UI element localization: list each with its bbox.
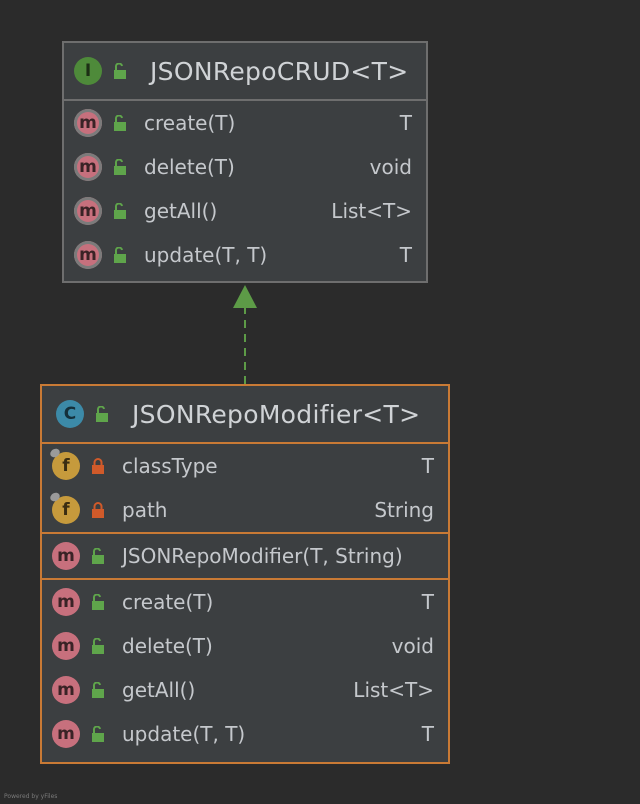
- abstract-method-icon: m: [74, 153, 102, 181]
- field-name: classType: [122, 454, 218, 478]
- final-pin-icon: [48, 491, 62, 503]
- class-icon: C: [56, 400, 84, 428]
- interface-header: I JSONRepoCRUD<T>: [64, 43, 426, 101]
- method-row[interactable]: m getAll() List<T>: [42, 668, 448, 712]
- public-lock-icon: [114, 159, 126, 175]
- final-pin-icon: [48, 447, 62, 459]
- method-row[interactable]: m getAll() List<T>: [64, 189, 426, 233]
- powered-by-footer: Powered by yFiles: [4, 793, 58, 800]
- method-name: getAll(): [144, 199, 218, 223]
- method-name: create(T): [122, 590, 214, 614]
- method-name: delete(T): [122, 634, 213, 658]
- method-icon: m: [52, 588, 80, 616]
- class-title: JSONRepoModifier<T>: [132, 399, 421, 429]
- method-row[interactable]: m delete(T) void: [42, 624, 448, 668]
- class-fields: f classType T f path String: [42, 444, 448, 534]
- method-name: getAll(): [122, 678, 196, 702]
- method-return-type: T: [399, 243, 412, 267]
- method-name: update(T, T): [144, 243, 268, 267]
- class-box[interactable]: C JSONRepoModifier<T> f classType T f pa…: [40, 384, 450, 764]
- method-row[interactable]: m delete(T) void: [64, 145, 426, 189]
- public-lock-icon: [92, 726, 104, 742]
- method-icon: m: [52, 676, 80, 704]
- private-lock-icon: [92, 502, 104, 518]
- abstract-method-icon: m: [74, 109, 102, 137]
- method-return-type: List<T>: [331, 199, 412, 223]
- method-return-type: T: [421, 590, 434, 614]
- field-badge-letter: f: [62, 456, 70, 476]
- method-return-type: void: [369, 155, 412, 179]
- interface-icon: I: [74, 57, 102, 85]
- interface-box[interactable]: I JSONRepoCRUD<T> m create(T) T m delete…: [62, 41, 428, 283]
- method-row[interactable]: m create(T) T: [42, 580, 448, 624]
- class-constructors: m JSONRepoModifier(T, String): [42, 534, 448, 580]
- method-icon: m: [52, 632, 80, 660]
- public-lock-icon: [92, 638, 104, 654]
- public-lock-icon: [92, 682, 104, 698]
- interface-methods: m create(T) T m delete(T) void m getAll(…: [64, 101, 426, 277]
- field-type: T: [421, 454, 434, 478]
- public-lock-icon: [114, 203, 126, 219]
- public-lock-icon: [114, 115, 126, 131]
- method-return-type: T: [421, 722, 434, 746]
- public-lock-icon: [92, 548, 104, 564]
- method-row[interactable]: m update(T, T) T: [64, 233, 426, 277]
- method-name: update(T, T): [122, 722, 246, 746]
- field-row[interactable]: f path String: [42, 488, 448, 532]
- field-row[interactable]: f classType T: [42, 444, 448, 488]
- method-name: create(T): [144, 111, 236, 135]
- field-name: path: [122, 498, 168, 522]
- public-lock-icon: [96, 406, 108, 422]
- field-icon: f: [48, 491, 80, 524]
- constructor-row[interactable]: m JSONRepoModifier(T, String): [42, 534, 448, 578]
- method-name: delete(T): [144, 155, 235, 179]
- class-header: C JSONRepoModifier<T>: [42, 386, 448, 444]
- abstract-method-icon: m: [74, 197, 102, 225]
- field-icon: f: [48, 447, 80, 480]
- method-return-type: void: [391, 634, 434, 658]
- method-return-type: T: [399, 111, 412, 135]
- field-badge-letter: f: [62, 500, 70, 520]
- field-type: String: [374, 498, 434, 522]
- class-methods: m create(T) T m delete(T) void m getAll(…: [42, 580, 448, 756]
- public-lock-icon: [114, 247, 126, 263]
- constructor-name: JSONRepoModifier(T, String): [122, 544, 403, 568]
- method-icon: m: [52, 542, 80, 570]
- public-lock-icon: [92, 594, 104, 610]
- interface-title: JSONRepoCRUD<T>: [150, 56, 409, 86]
- method-icon: m: [52, 720, 80, 748]
- abstract-method-icon: m: [74, 241, 102, 269]
- method-return-type: List<T>: [353, 678, 434, 702]
- method-row[interactable]: m update(T, T) T: [42, 712, 448, 756]
- public-lock-icon: [114, 63, 126, 79]
- private-lock-icon: [92, 458, 104, 474]
- method-row[interactable]: m create(T) T: [64, 101, 426, 145]
